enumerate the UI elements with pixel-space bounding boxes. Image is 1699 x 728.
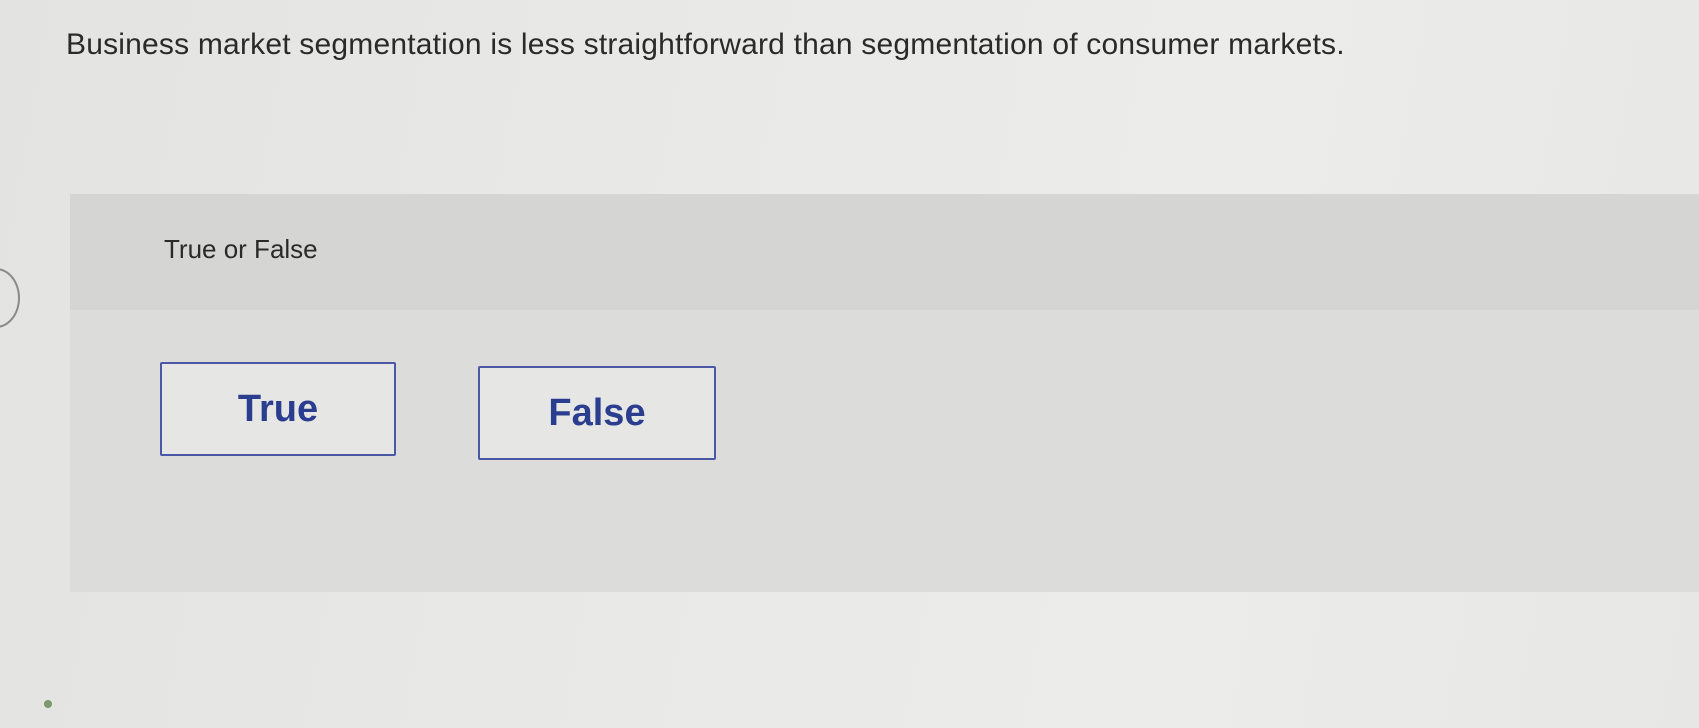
partial-radio-button[interactable] (0, 268, 20, 328)
true-or-false-prompt: True or False (164, 234, 318, 264)
dot-marker (44, 700, 52, 708)
true-button[interactable]: True (160, 362, 396, 456)
false-button[interactable]: False (478, 366, 716, 460)
question-text: Business market segmentation is less str… (66, 28, 1345, 61)
prompt-band: True or False (70, 194, 1699, 310)
answer-panel: True or False True False (70, 194, 1699, 592)
